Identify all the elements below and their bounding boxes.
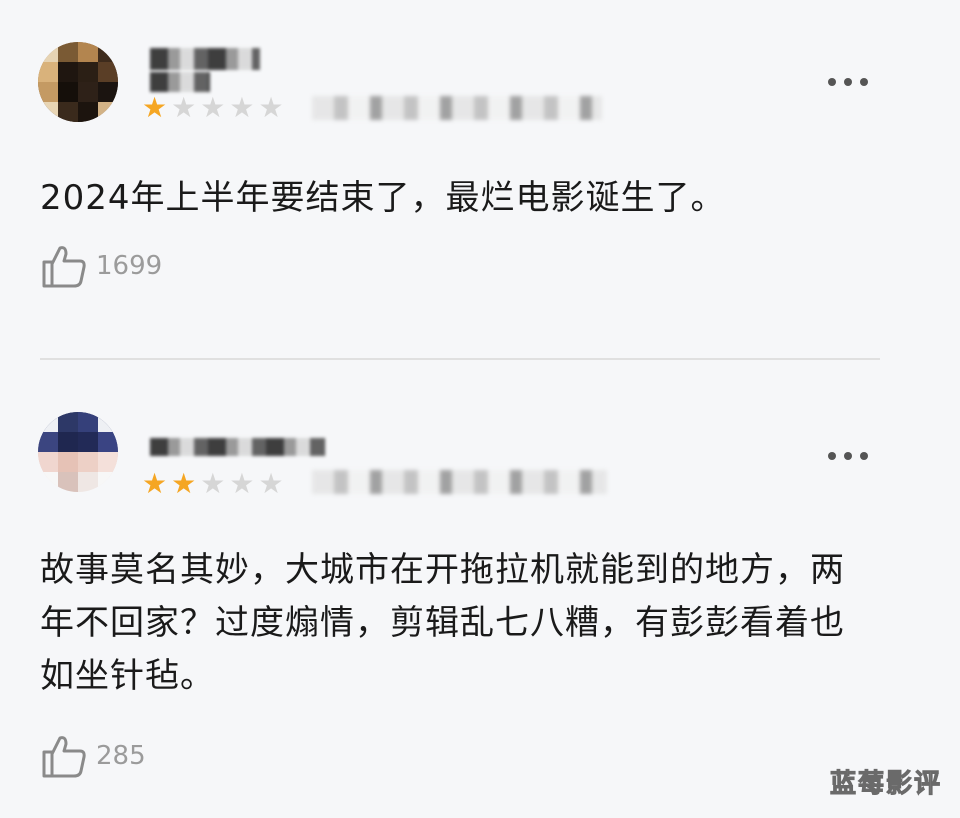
star-icon: ★: [142, 91, 168, 124]
review-meta-redacted: [312, 96, 602, 120]
rating-stars: ★ ★ ★ ★ ★: [142, 470, 284, 498]
like-count: 1699: [96, 251, 163, 281]
star-icon: ★: [142, 467, 168, 500]
star-icon: ★: [258, 91, 284, 124]
thumbs-up-icon: [42, 736, 86, 778]
watermark: 蓝莓影评: [829, 769, 942, 800]
username-redacted[interactable]: [150, 438, 325, 456]
more-icon[interactable]: [828, 446, 868, 466]
review-comment: 故事莫名其妙，大城市在开拖拉机就能到的地方，两年不回家？过度煽情，剪辑乱七八糟，…: [40, 550, 845, 696]
like-button[interactable]: 1699: [40, 244, 162, 288]
star-icon: ★: [229, 91, 255, 124]
star-icon: ★: [229, 467, 255, 500]
review-comment: 2024年上半年要结束了，最烂电影诞生了。: [40, 178, 726, 218]
rating-stars: ★ ★ ★ ★ ★: [142, 94, 284, 122]
divider: [40, 358, 880, 360]
star-icon: ★: [171, 467, 197, 500]
star-icon: ★: [258, 467, 284, 500]
like-button[interactable]: 285: [40, 734, 146, 778]
username-redacted-part: [150, 72, 210, 92]
avatar[interactable]: [38, 42, 118, 122]
review-meta-redacted: [312, 470, 607, 494]
star-icon: ★: [171, 91, 197, 124]
thumbs-up-icon: [42, 246, 86, 288]
username-redacted[interactable]: [150, 48, 260, 70]
more-icon[interactable]: [828, 72, 868, 92]
star-icon: ★: [200, 467, 226, 500]
like-count: 285: [96, 741, 146, 771]
avatar[interactable]: [38, 412, 118, 492]
star-icon: ★: [200, 91, 226, 124]
